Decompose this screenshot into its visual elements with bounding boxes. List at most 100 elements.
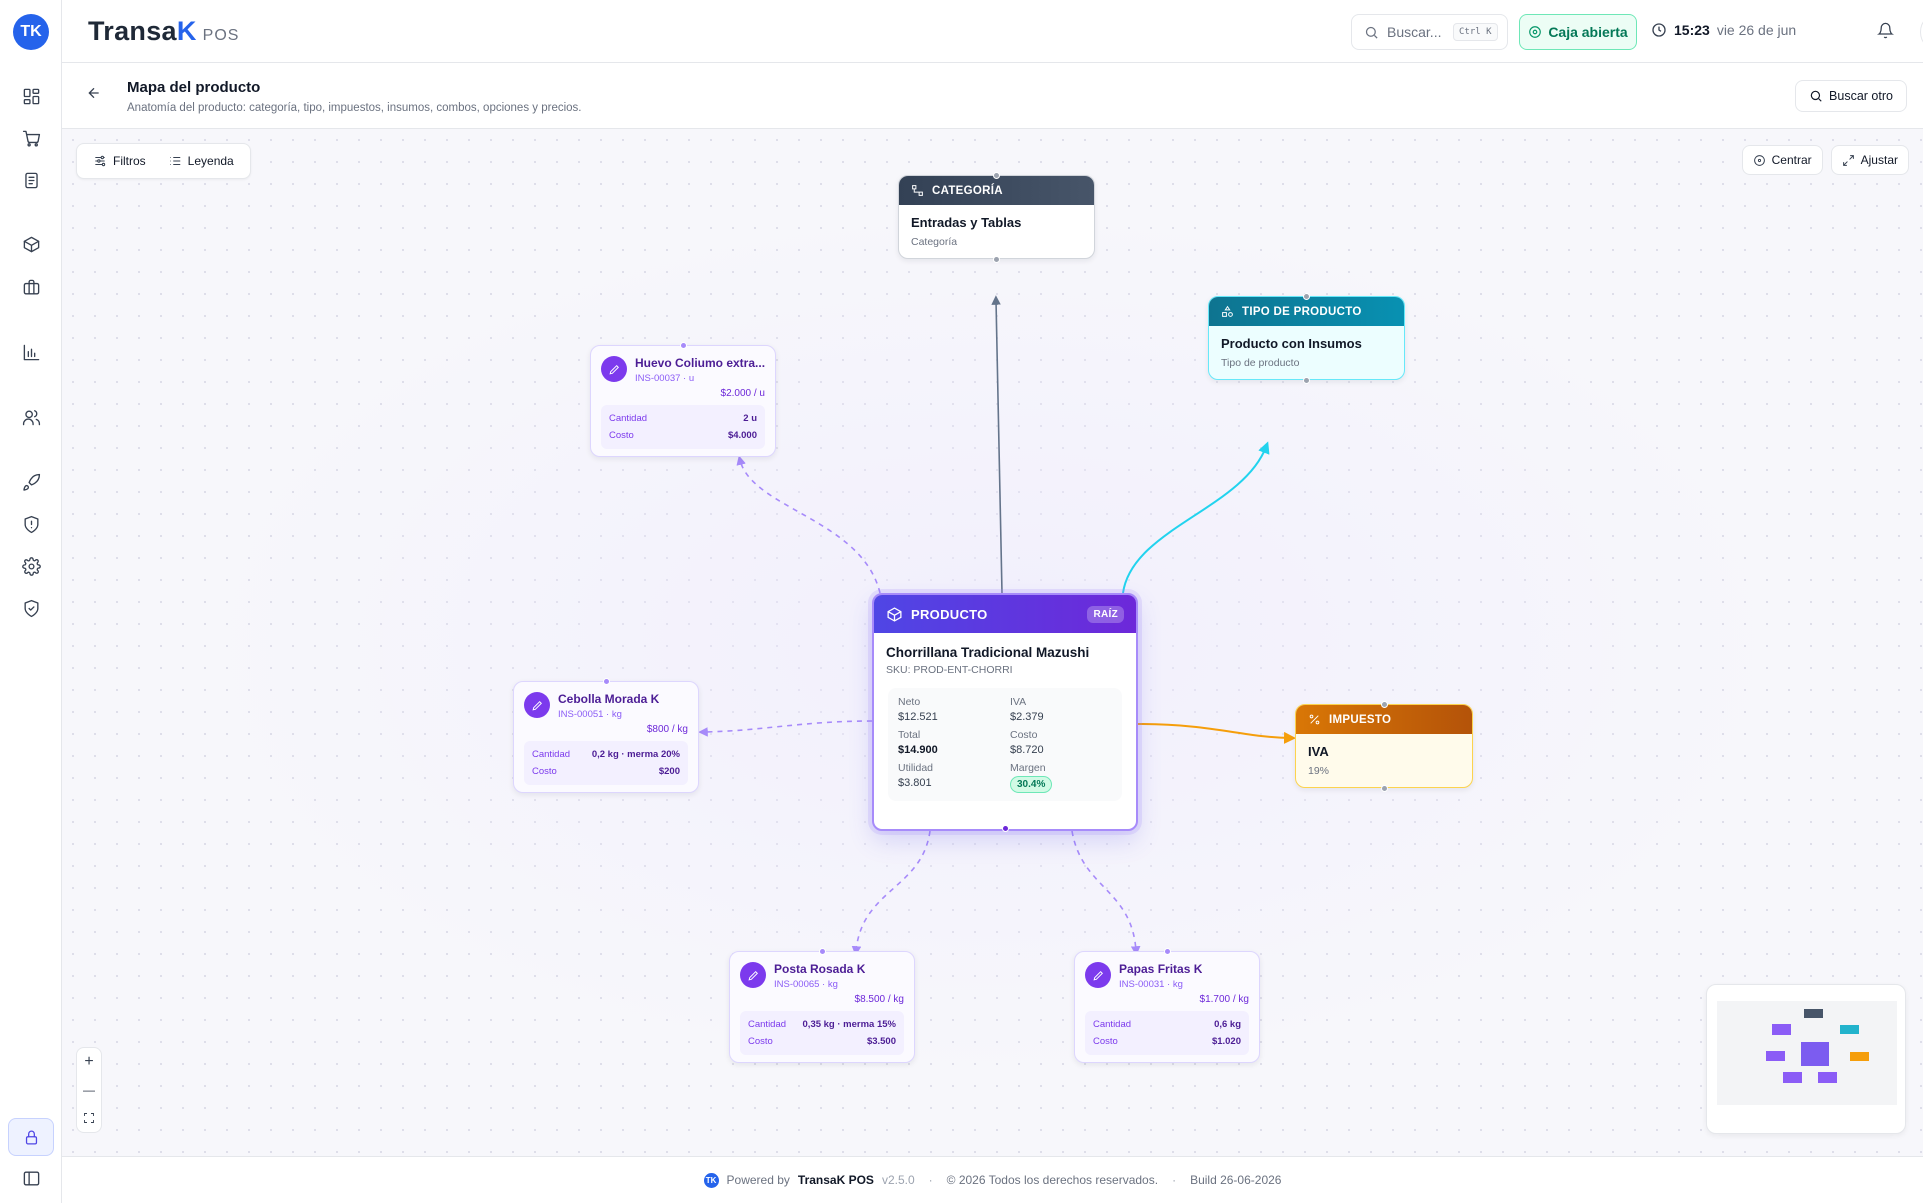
shield-check-icon[interactable] bbox=[19, 596, 43, 620]
sliders-icon bbox=[95, 155, 106, 167]
minimap[interactable] bbox=[1706, 984, 1906, 1134]
node-handle[interactable] bbox=[1303, 377, 1310, 384]
minimap-node-producto bbox=[1801, 1042, 1829, 1066]
expand-icon bbox=[1842, 154, 1854, 166]
insumo-cantidad: 0,6 kg bbox=[1214, 1019, 1241, 1030]
minimap-node-cebolla bbox=[1766, 1051, 1785, 1061]
panel-icon[interactable] bbox=[19, 1166, 43, 1190]
rocket-icon[interactable] bbox=[19, 470, 43, 494]
insumo-name: Papas Fritas K bbox=[1119, 962, 1203, 976]
margen-badge: 30.4% bbox=[1010, 776, 1053, 793]
search-icon bbox=[1810, 90, 1822, 102]
page-subtitle: Anatomía del producto: categoría, tipo, … bbox=[127, 102, 582, 114]
gear-icon[interactable] bbox=[19, 554, 43, 578]
insumo-cantidad: 0,35 kg · merma 15% bbox=[802, 1019, 896, 1030]
leyenda-button[interactable]: Leyenda bbox=[162, 147, 240, 175]
global-search[interactable]: Ctrl K bbox=[1351, 14, 1508, 50]
cart-icon[interactable] bbox=[19, 126, 43, 150]
minimap-node-impuesto bbox=[1850, 1052, 1869, 1061]
current-time: 15:23 bbox=[1674, 22, 1710, 38]
insumo-code: INS-00051 · kg bbox=[558, 709, 622, 720]
caja-abierta-button[interactable]: Caja abierta bbox=[1519, 14, 1637, 50]
insumo-cantidad: 0,2 kg · merma 20% bbox=[591, 749, 680, 760]
page-title: Mapa del producto bbox=[127, 79, 261, 96]
insumo-costo: $1.020 bbox=[1211, 1036, 1241, 1047]
product-sku: SKU: PROD-ENT-CHORRI bbox=[886, 664, 1013, 676]
box-icon[interactable] bbox=[19, 232, 43, 256]
insumo-node-papas[interactable]: Papas Fritas K INS-00031 · kg $1.700 / kg… bbox=[1074, 948, 1260, 1063]
target-icon bbox=[1753, 154, 1765, 166]
iva-value: $2.379 bbox=[1010, 711, 1044, 723]
lock-button[interactable] bbox=[8, 1118, 54, 1156]
footer-logo: TK bbox=[703, 1172, 719, 1188]
grid-icon[interactable] bbox=[19, 84, 43, 108]
product-name: Chorrillana Tradicional Mazushi bbox=[886, 645, 1090, 660]
shield-alert-icon[interactable] bbox=[19, 512, 43, 536]
insumo-price: $2.000 / u bbox=[720, 388, 765, 399]
node-handle[interactable] bbox=[680, 342, 687, 349]
minimap-node-huevo bbox=[1772, 1024, 1791, 1035]
node-handle[interactable] bbox=[1002, 825, 1009, 832]
fit-view-button[interactable] bbox=[76, 1104, 102, 1132]
briefcase-icon[interactable] bbox=[19, 275, 43, 299]
buscar-otro-button[interactable]: Buscar otro bbox=[1795, 80, 1907, 112]
insumo-price: $8.500 / kg bbox=[854, 994, 904, 1005]
node-handle[interactable] bbox=[603, 678, 610, 685]
document-icon[interactable] bbox=[19, 168, 43, 192]
insumo-node-cebolla[interactable]: Cebolla Morada K INS-00051 · kg $800 / kg… bbox=[513, 678, 699, 793]
filtros-button[interactable]: Filtros bbox=[87, 147, 152, 175]
sidebar: TK bbox=[0, 0, 62, 1203]
categoria-node[interactable]: CATEGORÍA Entradas y Tablas Categoría bbox=[898, 172, 1095, 263]
insumo-costo: $4.000 bbox=[727, 430, 757, 441]
page-header: Mapa del producto Anatomía del producto:… bbox=[62, 63, 1923, 129]
search-icon bbox=[1365, 26, 1378, 39]
node-handle[interactable] bbox=[1381, 701, 1388, 708]
list-icon bbox=[170, 156, 180, 166]
tipo-subtitle: Tipo de producto bbox=[1221, 357, 1300, 369]
insumo-name: Posta Rosada K bbox=[774, 962, 866, 976]
node-handle[interactable] bbox=[819, 948, 826, 955]
app-logo[interactable]: TK bbox=[13, 14, 49, 50]
insumo-node-posta[interactable]: Posta Rosada K INS-00065 · kg $8.500 / kg… bbox=[729, 948, 915, 1063]
tipo-producto-node[interactable]: TIPO DE PRODUCTO Producto con Insumos Ti… bbox=[1208, 293, 1405, 384]
bar-chart-icon[interactable] bbox=[19, 340, 43, 364]
arrow-left-icon bbox=[88, 87, 99, 99]
insumo-costo: $200 bbox=[658, 766, 680, 777]
node-handle[interactable] bbox=[1303, 293, 1310, 300]
categoria-title: Entradas y Tablas bbox=[911, 215, 1022, 230]
shapes-icon bbox=[1222, 305, 1233, 317]
zoom-in-button[interactable]: + bbox=[76, 1048, 102, 1076]
node-handle[interactable] bbox=[993, 256, 1000, 263]
users-icon[interactable] bbox=[19, 405, 43, 429]
ajustar-button[interactable]: Ajustar bbox=[1830, 145, 1909, 175]
node-handle[interactable] bbox=[993, 172, 1000, 179]
box-icon bbox=[887, 606, 902, 622]
percent-icon bbox=[1309, 714, 1320, 725]
node-handle[interactable] bbox=[1381, 785, 1388, 792]
footer: TK Powered by TransaK POS v2.5.0 · © 202… bbox=[62, 1156, 1923, 1203]
categoria-header: CATEGORÍA bbox=[899, 176, 1094, 205]
insumo-node-huevo[interactable]: Huevo Coliumo extra... INS-00037 · u $2.0… bbox=[590, 342, 776, 457]
back-button[interactable] bbox=[86, 85, 106, 105]
zoom-out-button[interactable]: — bbox=[76, 1076, 102, 1104]
edge-huevo bbox=[736, 455, 881, 594]
minimap-node-tipo bbox=[1840, 1025, 1859, 1034]
tipo-title: Producto con Insumos bbox=[1221, 336, 1362, 351]
edge-cebolla bbox=[698, 720, 873, 737]
product-map-canvas[interactable]: Filtros Leyenda Centrar Ajustar CATEGORÍ… bbox=[62, 129, 1923, 1156]
impuesto-node[interactable]: IMPUESTO IVA 19% bbox=[1295, 701, 1473, 792]
categoria-subtitle: Categoría bbox=[911, 236, 958, 248]
insumo-code: INS-00065 · kg bbox=[774, 979, 838, 990]
insumo-name: Cebolla Morada K bbox=[558, 692, 660, 706]
search-input[interactable] bbox=[1387, 24, 1449, 40]
producto-header: PRODUCTO RAÍZ bbox=[874, 595, 1136, 633]
node-handle[interactable] bbox=[1164, 948, 1171, 955]
impuesto-title: IVA bbox=[1308, 744, 1329, 759]
zoom-controls: + — bbox=[76, 1047, 102, 1133]
centrar-button[interactable]: Centrar bbox=[1741, 145, 1823, 175]
edge-papas bbox=[1071, 830, 1141, 956]
brand-logo[interactable]: TransaK POS bbox=[88, 16, 239, 47]
insumo-code: INS-00037 · u bbox=[635, 373, 695, 384]
notifications-button[interactable] bbox=[1877, 22, 1897, 42]
producto-root-node[interactable]: PRODUCTO RAÍZ Chorrillana Tradicional Ma… bbox=[872, 593, 1138, 832]
